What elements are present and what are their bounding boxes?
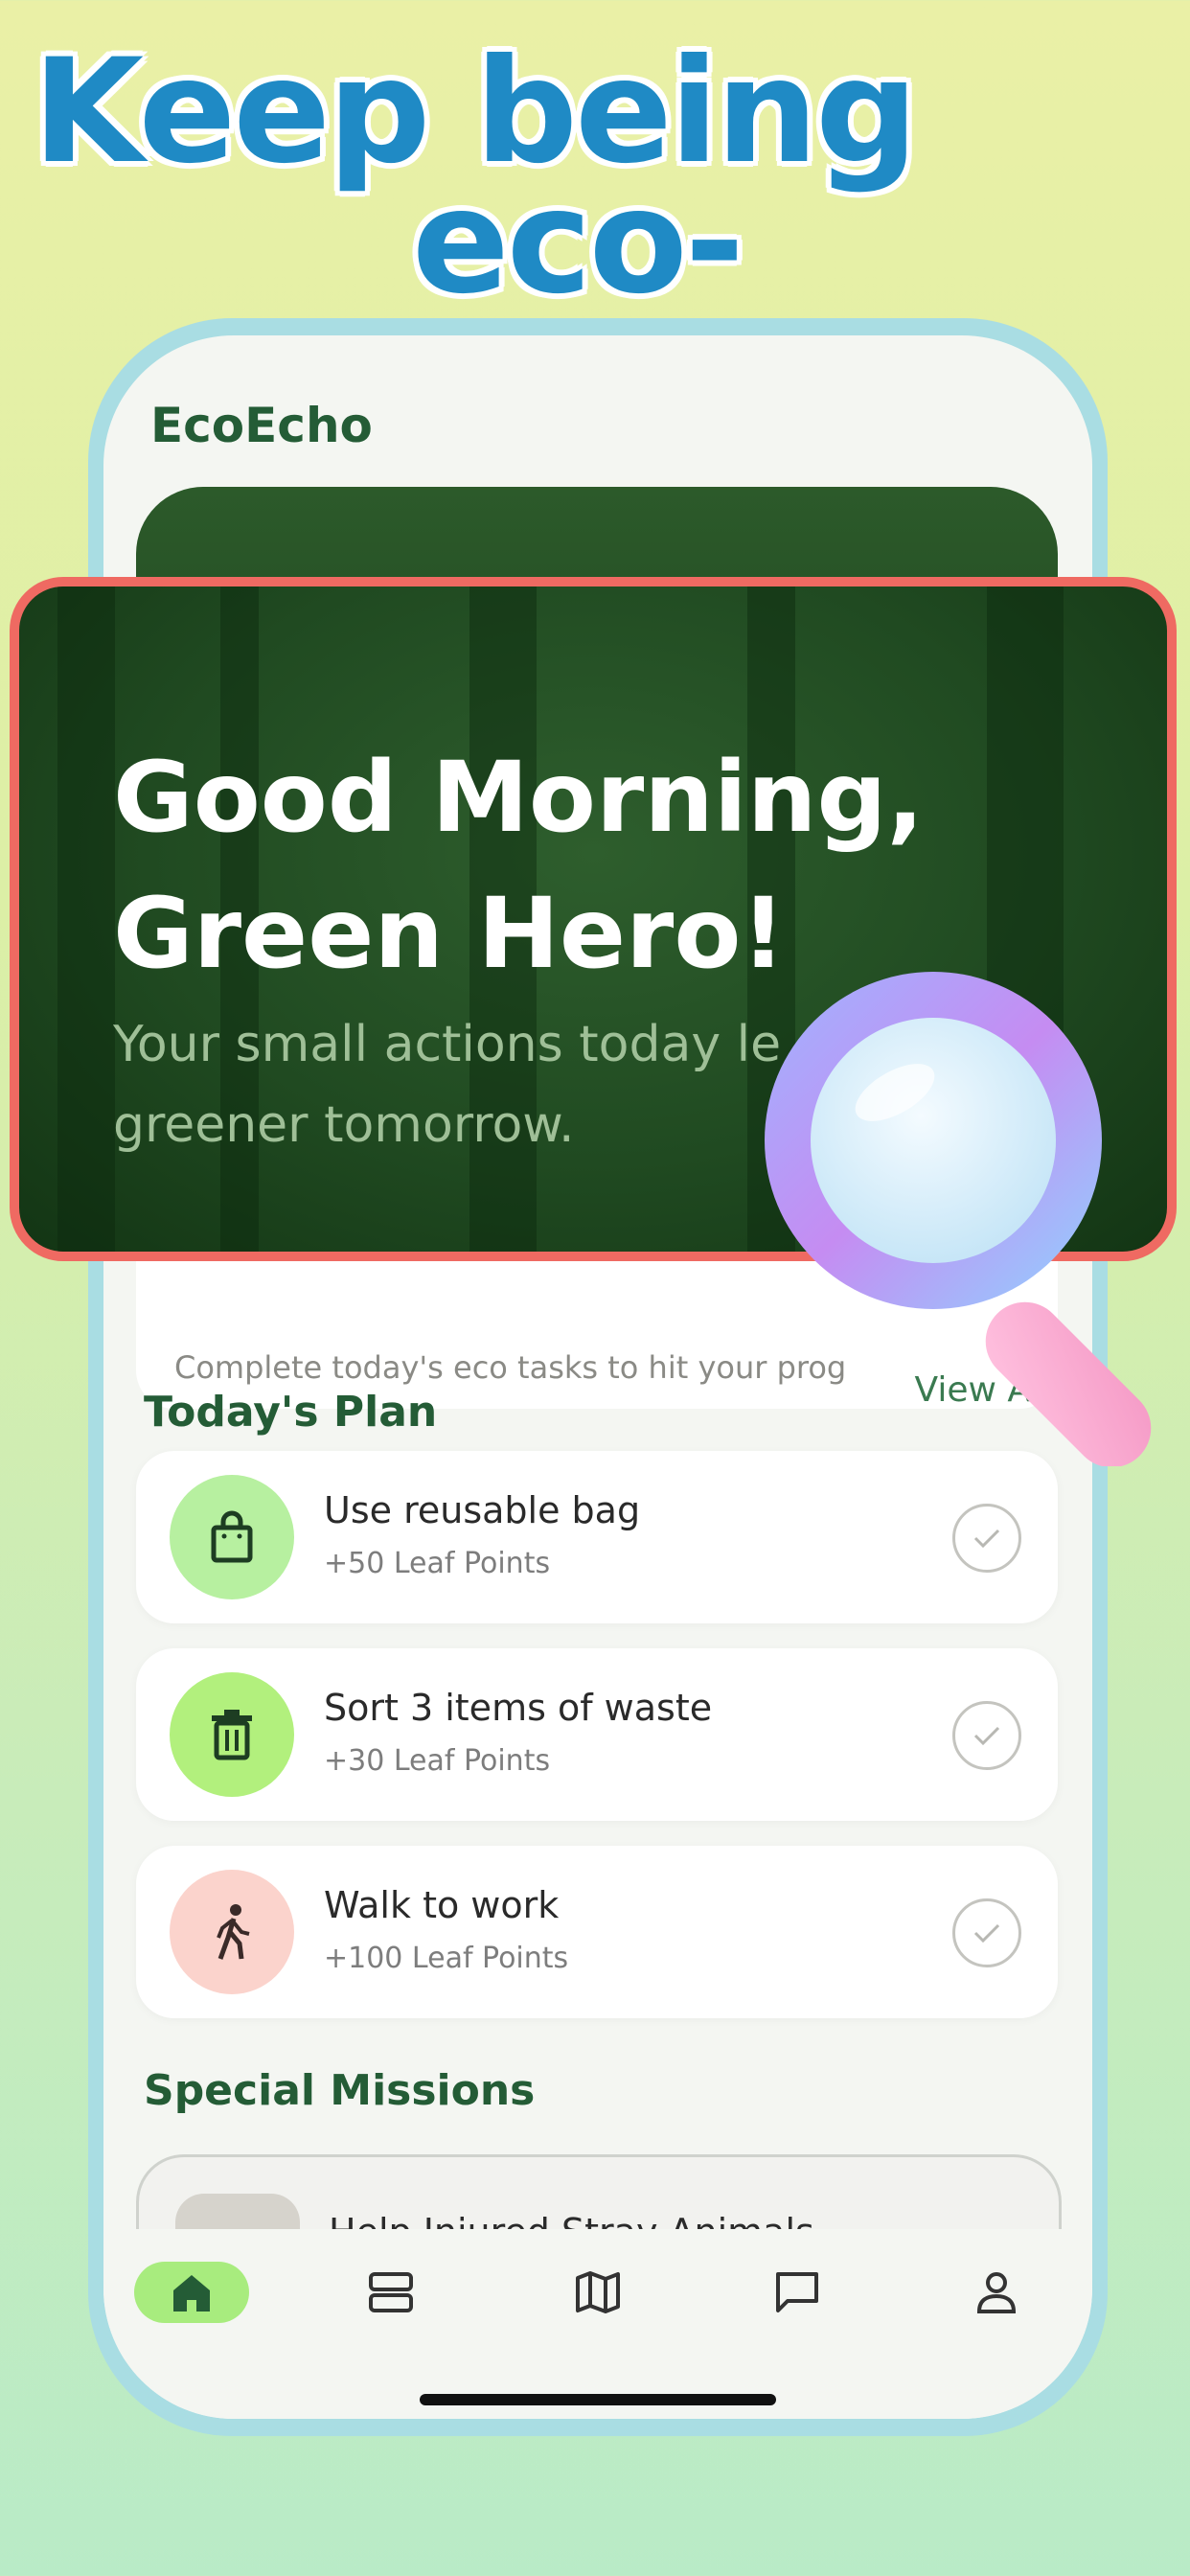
todays-plan-title: Today's Plan xyxy=(144,1388,438,1437)
plan-item-sort-waste[interactable]: Sort 3 items of waste +30 Leaf Points xyxy=(136,1648,1058,1821)
tab-profile[interactable] xyxy=(939,2262,1054,2323)
home-indicator xyxy=(420,2394,776,2405)
shopping-bag-icon xyxy=(170,1475,294,1599)
check-icon[interactable] xyxy=(952,1701,1021,1770)
map-icon xyxy=(576,2271,620,2313)
promo-headline: Keep being eco-friendly xyxy=(0,0,1190,458)
special-missions-title: Special Missions xyxy=(144,2066,536,2115)
trash-icon xyxy=(170,1672,294,1797)
plan-item-title: Use reusable bag xyxy=(324,1489,641,1531)
plan-item-points: +50 Leaf Points xyxy=(324,1547,551,1580)
greeting-line-1: Good Morning, xyxy=(113,741,925,855)
plan-item-title: Sort 3 items of waste xyxy=(324,1687,713,1729)
magnifier-icon xyxy=(765,972,1152,1466)
profile-icon xyxy=(976,2272,1017,2313)
stack-icon xyxy=(369,2272,413,2312)
walking-person-icon xyxy=(170,1870,294,1994)
home-icon xyxy=(173,2275,210,2312)
forest-tree xyxy=(57,586,115,1252)
plan-item-points: +30 Leaf Points xyxy=(324,1744,551,1778)
plan-item-points: +100 Leaf Points xyxy=(324,1942,569,1975)
greeting: Good Morning, Green Hero! xyxy=(113,730,924,1002)
progress-text: Complete today's eco tasks to hit your p… xyxy=(174,1349,847,1386)
check-icon[interactable] xyxy=(952,1898,1021,1967)
check-icon[interactable] xyxy=(952,1504,1021,1573)
tab-map[interactable] xyxy=(540,2262,655,2323)
plan-item-walk-to-work[interactable]: Walk to work +100 Leaf Points xyxy=(136,1846,1058,2018)
chat-icon xyxy=(776,2272,818,2312)
tab-home[interactable] xyxy=(134,2262,249,2323)
bottom-tab-bar xyxy=(103,2229,1092,2419)
tab-tasks[interactable] xyxy=(333,2262,448,2323)
plan-item-title: Walk to work xyxy=(324,1884,560,1926)
tab-chat[interactable] xyxy=(740,2262,855,2323)
plan-item-reusable-bag[interactable]: Use reusable bag +50 Leaf Points xyxy=(136,1451,1058,1623)
app-title: EcoEcho xyxy=(150,398,373,453)
